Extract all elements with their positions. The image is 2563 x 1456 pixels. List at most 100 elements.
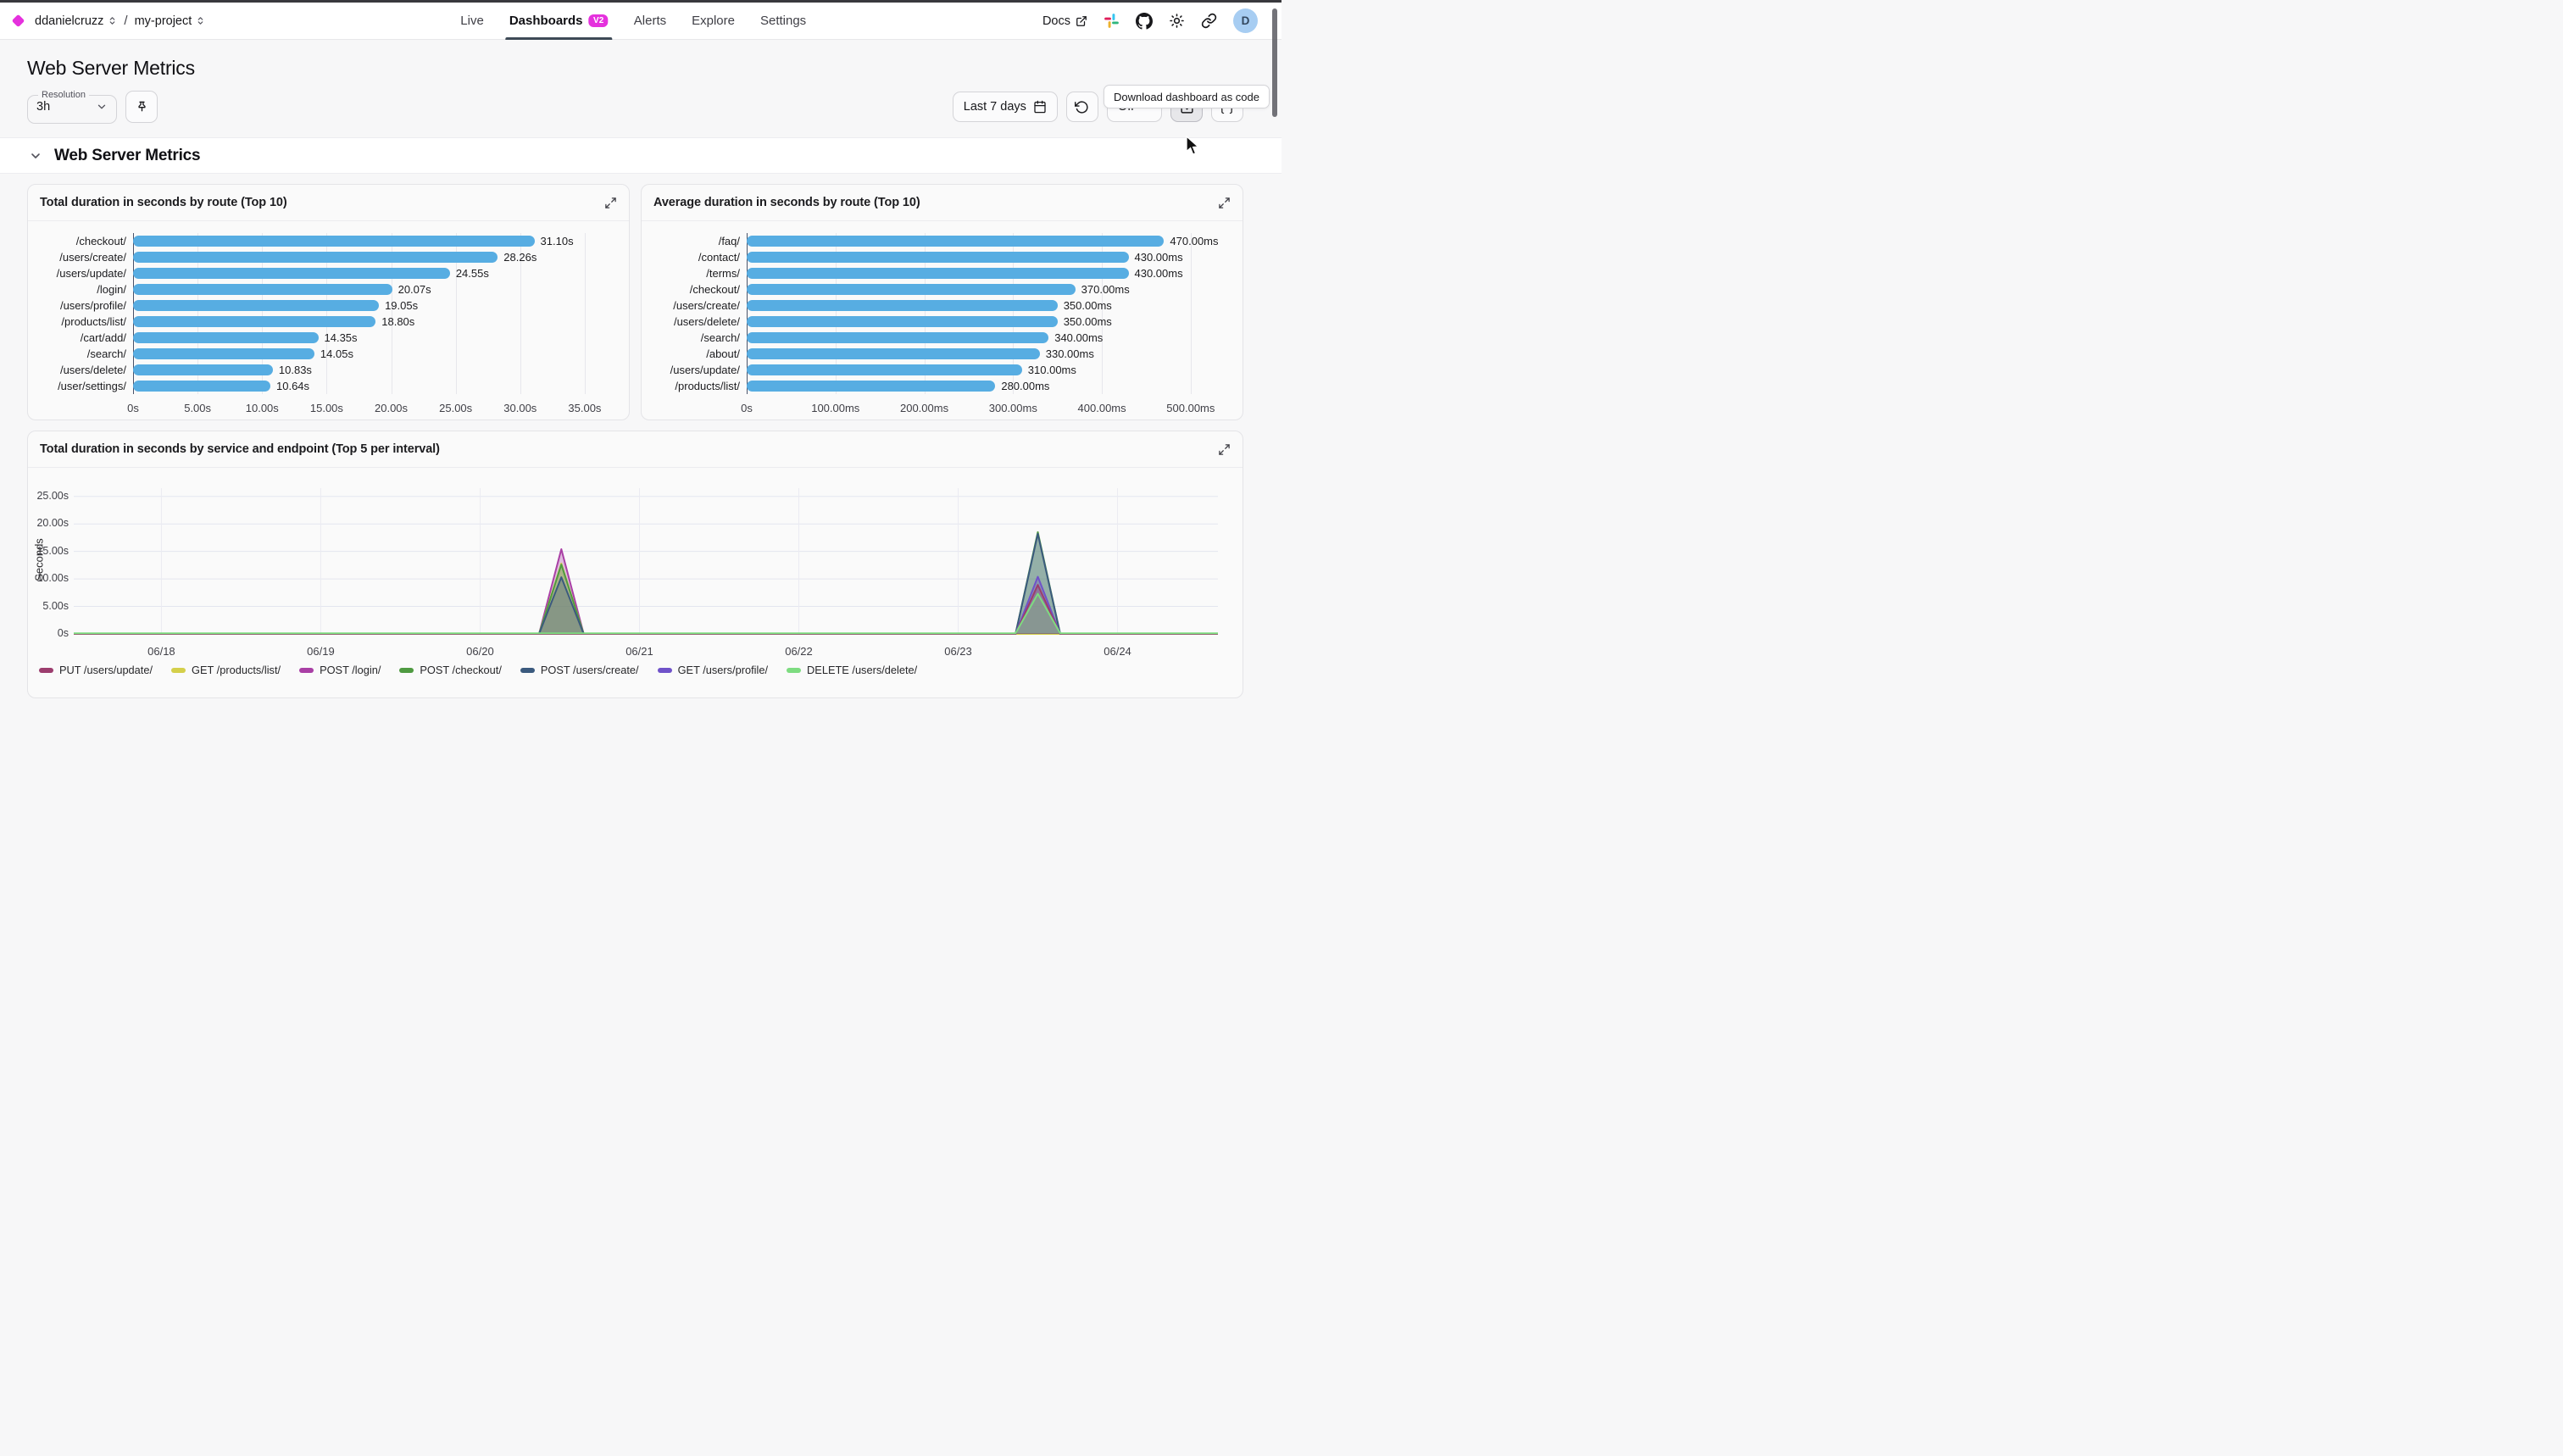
- panel-header: Total duration in seconds by service and…: [28, 431, 1243, 468]
- legend-label: PUT /users/update/: [59, 664, 153, 676]
- panel-title: Average duration in seconds by route (To…: [653, 196, 920, 209]
- x-axis-tick-label: 5.00s: [184, 402, 211, 414]
- bar-value-label: 14.35s: [325, 331, 358, 344]
- legend-swatch-icon: [39, 668, 53, 673]
- theme-toggle-button[interactable]: [1169, 13, 1185, 29]
- panel-header: Total duration in seconds by route (Top …: [28, 185, 629, 221]
- tab-label: Explore: [692, 14, 735, 28]
- bar: [133, 364, 273, 375]
- bar-value-label: 350.00ms: [1064, 315, 1112, 328]
- legend-item[interactable]: POST /login/: [299, 664, 381, 676]
- x-axis-tick-label: 0s: [127, 402, 139, 414]
- resolution-select[interactable]: Resolution 3h: [27, 90, 117, 124]
- legend-label: POST /checkout/: [420, 664, 502, 676]
- bar-category-label: /users/update/: [40, 267, 126, 280]
- bar-row: /login/20.07s: [133, 281, 617, 297]
- legend-swatch-icon: [399, 668, 414, 673]
- legend-label: DELETE /users/delete/: [807, 664, 917, 676]
- y-axis-tick-label: 0s: [31, 627, 69, 639]
- bar: [133, 332, 319, 343]
- bar-value-label: 340.00ms: [1054, 331, 1103, 344]
- github-button[interactable]: [1136, 13, 1153, 30]
- bar-row: /users/delete/350.00ms: [747, 314, 1231, 330]
- bar-value-label: 31.10s: [541, 235, 574, 247]
- legend-item[interactable]: DELETE /users/delete/: [787, 664, 917, 676]
- bar-category-label: /about/: [653, 347, 740, 360]
- time-range-button[interactable]: Last 7 days: [953, 92, 1058, 122]
- section-header[interactable]: Web Server Metrics: [0, 137, 1282, 174]
- pin-resolution-button[interactable]: [125, 91, 158, 123]
- slack-button[interactable]: [1104, 13, 1120, 29]
- x-axis-tick-label: 15.00s: [310, 402, 343, 414]
- avatar[interactable]: D: [1233, 8, 1258, 33]
- legend-item[interactable]: GET /products/list/: [171, 664, 281, 676]
- x-axis-tick-label: 06/21: [601, 645, 677, 658]
- bar-category-label: /search/: [40, 347, 126, 360]
- bar-category-label: /user/settings/: [40, 380, 126, 392]
- bar-value-label: 14.05s: [320, 347, 353, 360]
- expand-icon: [1218, 197, 1231, 209]
- bar-value-label: 18.80s: [381, 315, 414, 328]
- bar: [133, 348, 314, 359]
- tab-label: Live: [460, 14, 484, 28]
- x-axis-tick-label: 25.00s: [439, 402, 472, 414]
- bar-row: /search/14.05s: [133, 346, 617, 362]
- tab-dashboards[interactable]: DashboardsV2: [497, 3, 621, 40]
- bar: [133, 381, 270, 392]
- version-badge: V2: [589, 14, 609, 27]
- section-collapse-icon[interactable]: [29, 149, 42, 163]
- breadcrumb-separator: /: [124, 14, 127, 28]
- bar-row: /user/settings/10.64s: [133, 378, 617, 394]
- bar: [747, 332, 1048, 343]
- bar-category-label: /checkout/: [40, 235, 126, 247]
- bar-row: /contact/430.00ms: [747, 249, 1231, 265]
- bar-row: /terms/430.00ms: [747, 265, 1231, 281]
- project-selector[interactable]: my-project: [135, 14, 206, 28]
- expand-icon: [604, 197, 617, 209]
- bar: [133, 300, 379, 311]
- bar-category-label: /users/create/: [653, 299, 740, 312]
- bar: [133, 284, 392, 295]
- docs-link[interactable]: Docs: [1042, 14, 1087, 28]
- legend-item[interactable]: POST /checkout/: [399, 664, 502, 676]
- x-axis-tick-label: 200.00ms: [900, 402, 948, 414]
- expand-icon: [1218, 443, 1231, 456]
- bar: [133, 252, 498, 263]
- bar-category-label: /users/create/: [40, 251, 126, 264]
- bar-category-label: /terms/: [653, 267, 740, 280]
- x-axis-tick-label: 20.00s: [375, 402, 408, 414]
- bar: [747, 364, 1022, 375]
- expand-panel-button[interactable]: [1218, 197, 1231, 209]
- bar-category-label: /users/profile/: [40, 299, 126, 312]
- org-selector[interactable]: ddanielcruzz: [35, 14, 117, 28]
- legend-item[interactable]: GET /users/profile/: [658, 664, 768, 676]
- bar-chart-average-duration: /faq/470.00ms/contact/430.00ms/terms/430…: [642, 221, 1243, 420]
- vertical-scrollbar[interactable]: [1272, 8, 1277, 117]
- share-link-button[interactable]: [1201, 13, 1217, 29]
- section-title: Web Server Metrics: [54, 147, 200, 165]
- legend-swatch-icon: [299, 668, 314, 673]
- bar: [747, 316, 1058, 327]
- expand-panel-button[interactable]: [604, 197, 617, 209]
- panel-duration-by-service-endpoint: Total duration in seconds by service and…: [27, 431, 1243, 698]
- time-range-value: Last 7 days: [964, 100, 1026, 114]
- legend-label: GET /users/profile/: [678, 664, 768, 676]
- tab-explore[interactable]: Explore: [679, 3, 748, 40]
- legend-item[interactable]: POST /users/create/: [520, 664, 639, 676]
- legend-item[interactable]: PUT /users/update/: [39, 664, 153, 676]
- refresh-button[interactable]: [1066, 92, 1098, 122]
- bar-row: /checkout/31.10s: [133, 233, 617, 249]
- bar-value-label: 280.00ms: [1001, 380, 1049, 392]
- expand-panel-button[interactable]: [1218, 443, 1231, 456]
- link-icon: [1201, 13, 1217, 29]
- bar-plot: /faq/470.00ms/contact/430.00ms/terms/430…: [747, 233, 1231, 394]
- x-axis-tick-label: 0s: [741, 402, 753, 414]
- bar-row: /products/list/18.80s: [133, 314, 617, 330]
- tab-live[interactable]: Live: [448, 3, 497, 40]
- bar: [747, 381, 995, 392]
- tab-alerts[interactable]: Alerts: [621, 3, 679, 40]
- bar-chart-total-duration: /checkout/31.10s/users/create/28.26s/use…: [28, 221, 629, 420]
- logo-diamond-icon[interactable]: [12, 14, 25, 28]
- tab-settings[interactable]: Settings: [748, 3, 819, 40]
- bar: [747, 284, 1076, 295]
